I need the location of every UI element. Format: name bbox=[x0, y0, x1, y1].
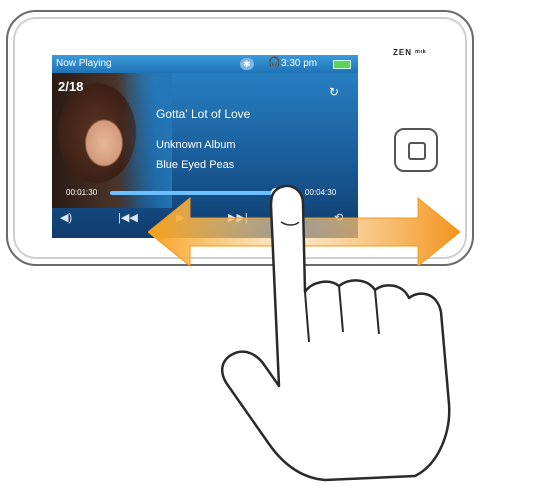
repeat-icon[interactable]: ↻ bbox=[329, 85, 339, 99]
volume-icon[interactable]: ◀) bbox=[60, 211, 72, 224]
bluetooth-icon: ✱ bbox=[240, 58, 254, 70]
pointing-hand-icon bbox=[220, 184, 451, 482]
home-button-icon bbox=[408, 142, 426, 160]
track-index: 2/18 bbox=[58, 79, 84, 94]
headphone-icon: 🎧 bbox=[268, 57, 281, 68]
prev-icon[interactable]: |◀◀ bbox=[118, 211, 138, 224]
battery-icon bbox=[333, 60, 351, 69]
elapsed-time: 00:01:30 bbox=[66, 188, 98, 197]
status-title: Now Playing bbox=[56, 58, 112, 69]
status-bar: Now Playing ✱ 🎧 3:30 pm bbox=[52, 55, 358, 73]
home-button[interactable] bbox=[394, 128, 438, 172]
status-time: 3:30 pm bbox=[281, 58, 318, 69]
song-title: Gotta' Lot of Love bbox=[156, 107, 251, 121]
brand-logo: ZEN ᵐᶦᵏ bbox=[393, 48, 427, 57]
artist-name: Blue Eyed Peas bbox=[156, 159, 235, 171]
album-name: Unknown Album bbox=[156, 139, 236, 151]
